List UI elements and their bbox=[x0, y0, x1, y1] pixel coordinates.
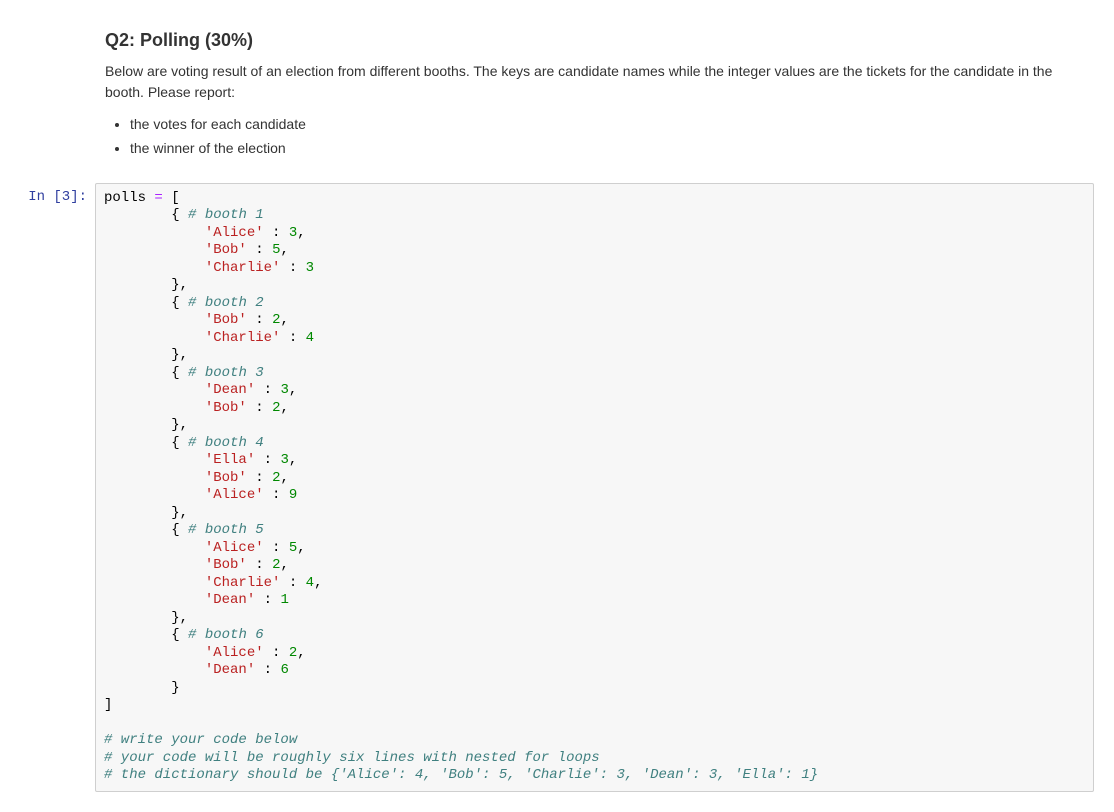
question-intro: Below are voting result of an election f… bbox=[105, 61, 1094, 103]
code-cell: In [3]: polls = [ { # booth 1 'Alice' : … bbox=[0, 178, 1114, 797]
input-prompt: In [3]: bbox=[0, 183, 95, 792]
code-content[interactable]: polls = [ { # booth 1 'Alice' : 3, 'Bob'… bbox=[104, 190, 1085, 785]
code-input-area[interactable]: polls = [ { # booth 1 'Alice' : 3, 'Bob'… bbox=[95, 183, 1094, 792]
list-item: the votes for each candidate bbox=[130, 113, 1094, 137]
list-item: the winner of the election bbox=[130, 137, 1094, 161]
question-heading: Q2: Polling (30%) bbox=[105, 30, 1094, 51]
notebook: Q2: Polling (30%) Below are voting resul… bbox=[0, 0, 1114, 812]
question-requirements: the votes for each candidate the winner … bbox=[105, 113, 1094, 161]
markdown-cell: Q2: Polling (30%) Below are voting resul… bbox=[0, 15, 1114, 178]
